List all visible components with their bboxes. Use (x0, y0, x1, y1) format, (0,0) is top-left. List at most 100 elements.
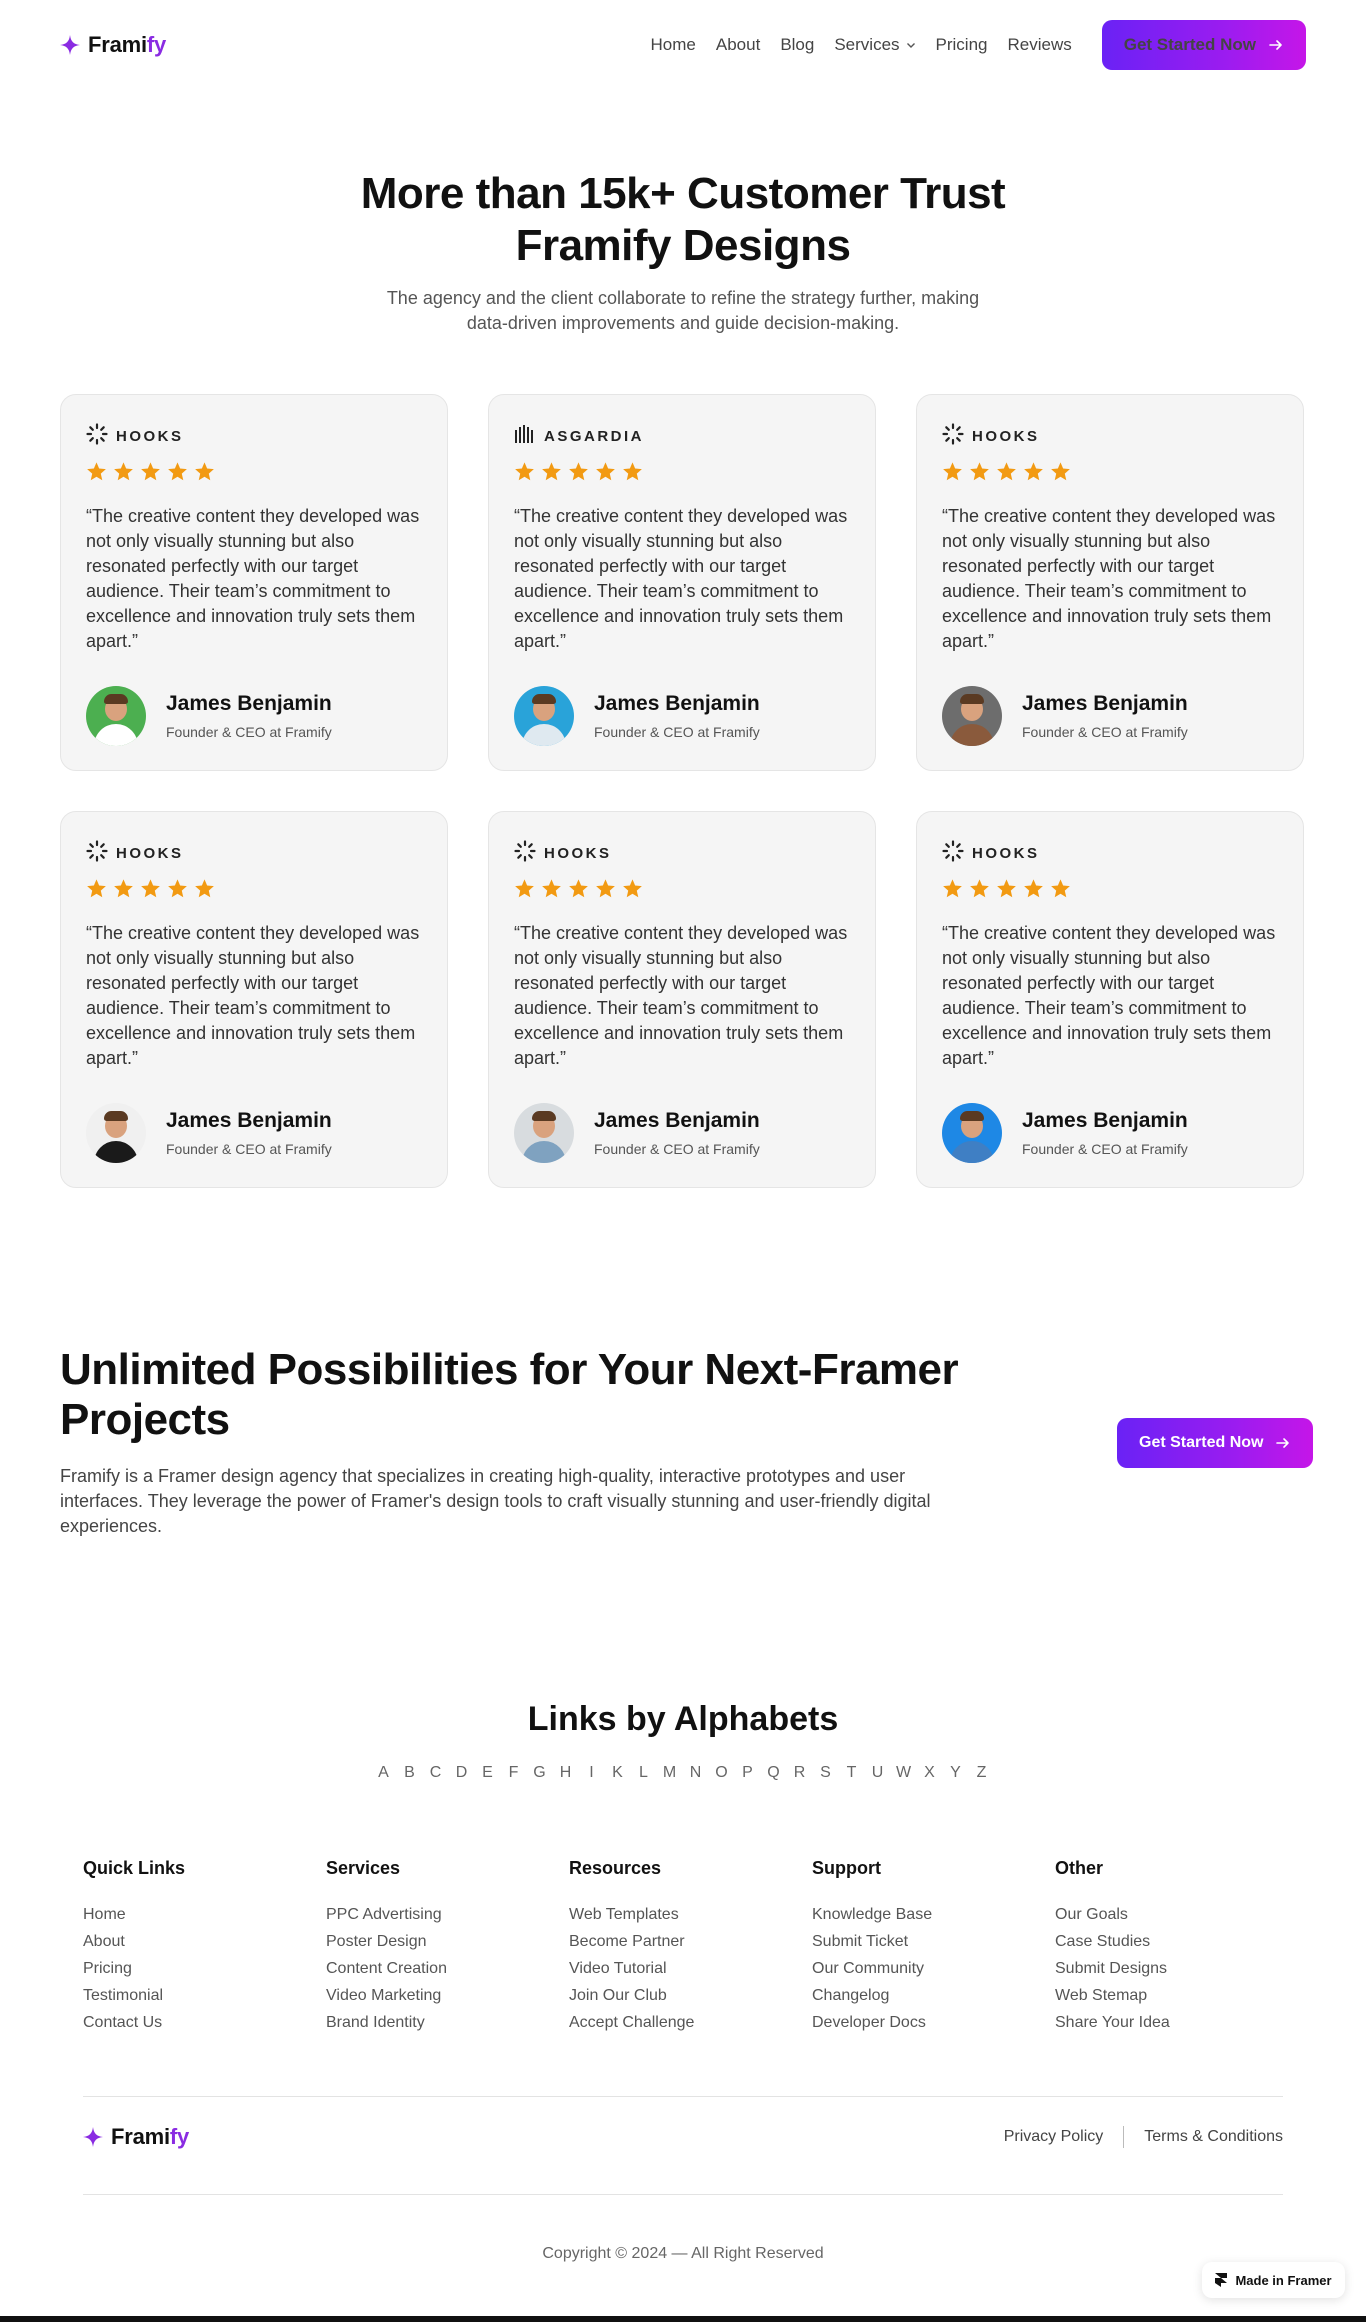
footer-column-resources: Resources Web Templates Become Partner Vide… (569, 1858, 812, 2036)
alphabet-link-b[interactable]: B (397, 1764, 423, 1782)
footer-link-content-creation[interactable]: Content Creation (326, 1955, 569, 1982)
arrow-right-icon (1276, 1438, 1290, 1448)
privacy-policy-link[interactable]: Privacy Policy (1004, 2128, 1104, 2146)
alphabet-link-o[interactable]: O (709, 1764, 735, 1782)
footer-link-join-our-club[interactable]: Join Our Club (569, 1982, 812, 2009)
alphabet-link-t[interactable]: T (839, 1764, 865, 1782)
alphabet-link-p[interactable]: P (735, 1764, 761, 1782)
footer-link-poster-design[interactable]: Poster Design (326, 1928, 569, 1955)
alphabet-link-l[interactable]: L (631, 1764, 657, 1782)
alphabet-link-u[interactable]: U (865, 1764, 891, 1782)
alphabet-link-q[interactable]: Q (761, 1764, 787, 1782)
alphabet-link-m[interactable]: M (657, 1764, 683, 1782)
footer-link-developer-docs[interactable]: Developer Docs (812, 2009, 1055, 2036)
footer-column-services: Services PPC Advertising Poster Design Cont… (326, 1858, 569, 2036)
author-name: James Benjamin (166, 692, 332, 715)
alphabet-link-r[interactable]: R (787, 1764, 813, 1782)
footer-logo-text-accent: fy (169, 2124, 190, 2149)
footer-link-contact-us[interactable]: Contact Us (83, 2009, 326, 2036)
testimonials-title-line1: More than 15k+ Customer Trust (360, 169, 1006, 218)
footer-columns: Quick Links Home About Pricing Testimonial Co… (83, 1858, 1283, 2036)
brand-logo: HOOKS (942, 422, 1278, 447)
footer-link-home[interactable]: Home (83, 1901, 326, 1928)
star-icon (515, 462, 534, 481)
alphabet-link-s[interactable]: S (813, 1764, 839, 1782)
footer-link-brand-identity[interactable]: Brand Identity (326, 2009, 569, 2036)
avatar (86, 686, 146, 746)
star-icon (1051, 879, 1070, 898)
footer-link-accept-challenge[interactable]: Accept Challenge (569, 2009, 812, 2036)
alphabet-link-z[interactable]: Z (969, 1764, 995, 1782)
asgardia-logo-icon (515, 424, 533, 443)
framer-badge-label: Made in Framer (1235, 2272, 1332, 2288)
alphabet-link-w[interactable]: W (891, 1764, 917, 1782)
footer-link-web-stemap[interactable]: Web Stemap (1055, 1982, 1298, 2009)
footer-link-submit-ticket[interactable]: Submit Ticket (812, 1928, 1055, 1955)
alphabet-link-k[interactable]: K (605, 1764, 631, 1782)
terms-link[interactable]: Terms & Conditions (1144, 2128, 1283, 2146)
framer-logo-icon (1215, 2273, 1228, 2287)
footer-link-become-partner[interactable]: Become Partner (569, 1928, 812, 1955)
cta-get-started-button[interactable]: Get Started Now (1117, 1418, 1314, 1468)
footer-link-pricing[interactable]: Pricing (83, 1955, 326, 1982)
footer-logo-text: Frami (111, 2124, 170, 2149)
copyright: Copyright © 2024 — All Right Reserved (542, 2245, 824, 2262)
logo[interactable]: Framify (60, 32, 166, 58)
author-name: James Benjamin (594, 692, 760, 715)
alphabet-link-a[interactable]: A (371, 1764, 397, 1782)
nav-blog[interactable]: Blog (780, 35, 814, 55)
arrow-right-icon (1269, 40, 1282, 50)
footer-link-changelog[interactable]: Changelog (812, 1982, 1055, 2009)
footer-link-video-marketing[interactable]: Video Marketing (326, 1982, 569, 2009)
logo-text: Frami (88, 32, 147, 57)
alphabet-link-d[interactable]: D (449, 1764, 475, 1782)
nav-home[interactable]: Home (651, 35, 696, 55)
alphabet-link-h[interactable]: H (553, 1764, 579, 1782)
alphabet-link-y[interactable]: Y (943, 1764, 969, 1782)
footer-link-web-templates[interactable]: Web Templates (569, 1901, 812, 1928)
alphabet-link-i[interactable]: I (579, 1764, 605, 1782)
brand-icon (942, 839, 964, 867)
footer-link-about[interactable]: About (83, 1928, 326, 1955)
alphabet-link-e[interactable]: E (475, 1764, 501, 1782)
alphabet-link-x[interactable]: X (917, 1764, 943, 1782)
footer-link-share-your-idea[interactable]: Share Your Idea (1055, 2009, 1298, 2036)
site-header: Framify Home About Blog Services Pricing… (0, 0, 1366, 90)
nav-services[interactable]: Services (834, 35, 915, 55)
footer-link-ppc-advertising[interactable]: PPC Advertising (326, 1901, 569, 1928)
alphabet-link-c[interactable]: C (423, 1764, 449, 1782)
footer-logo[interactable]: Framify (83, 2124, 189, 2150)
alphabet-link-f[interactable]: F (501, 1764, 527, 1782)
nav-about[interactable]: About (716, 35, 760, 55)
footer-divider-bottom (83, 2194, 1283, 2195)
star-icon (141, 462, 160, 481)
footer-divider-top (83, 2096, 1283, 2097)
star-icon (87, 879, 106, 898)
brand-name: ASGARDIA (544, 427, 645, 445)
footer-link-our-community[interactable]: Our Community (812, 1955, 1055, 1982)
testimonials-subtitle: The agency and the client collaborate to… (0, 286, 1366, 336)
alphabet-link-n[interactable]: N (683, 1764, 709, 1782)
footer-link-video-tutorial[interactable]: Video Tutorial (569, 1955, 812, 1982)
author-name: James Benjamin (1022, 692, 1188, 715)
testimonial-author: James Benjamin Founder & CEO at Framify (942, 686, 1188, 746)
brand-name: HOOKS (544, 844, 612, 862)
footer-link-testimonial[interactable]: Testimonial (83, 1982, 326, 2009)
alphabet-link-g[interactable]: G (527, 1764, 553, 1782)
brand-logo: HOOKS (86, 422, 422, 447)
nav-pricing[interactable]: Pricing (936, 35, 988, 55)
star-icon (1051, 462, 1070, 481)
footer-link-submit-designs[interactable]: Submit Designs (1055, 1955, 1298, 1982)
footer-link-knowledge-base[interactable]: Knowledge Base (812, 1901, 1055, 1928)
sparkle-logo-icon (83, 2127, 103, 2147)
avatar (942, 1103, 1002, 1163)
star-icon (87, 462, 106, 481)
get-started-button[interactable]: Get Started Now (1101, 20, 1306, 70)
nav-reviews[interactable]: Reviews (1008, 35, 1072, 55)
made-in-framer-badge[interactable]: Made in Framer (1202, 2262, 1345, 2298)
star-icon (1024, 879, 1043, 898)
footer-link-case-studies[interactable]: Case Studies (1055, 1928, 1298, 1955)
brand-icon (514, 423, 536, 450)
footer-link-our-goals[interactable]: Our Goals (1055, 1901, 1298, 1928)
testimonials-title-line2: Framify Designs (515, 220, 851, 270)
